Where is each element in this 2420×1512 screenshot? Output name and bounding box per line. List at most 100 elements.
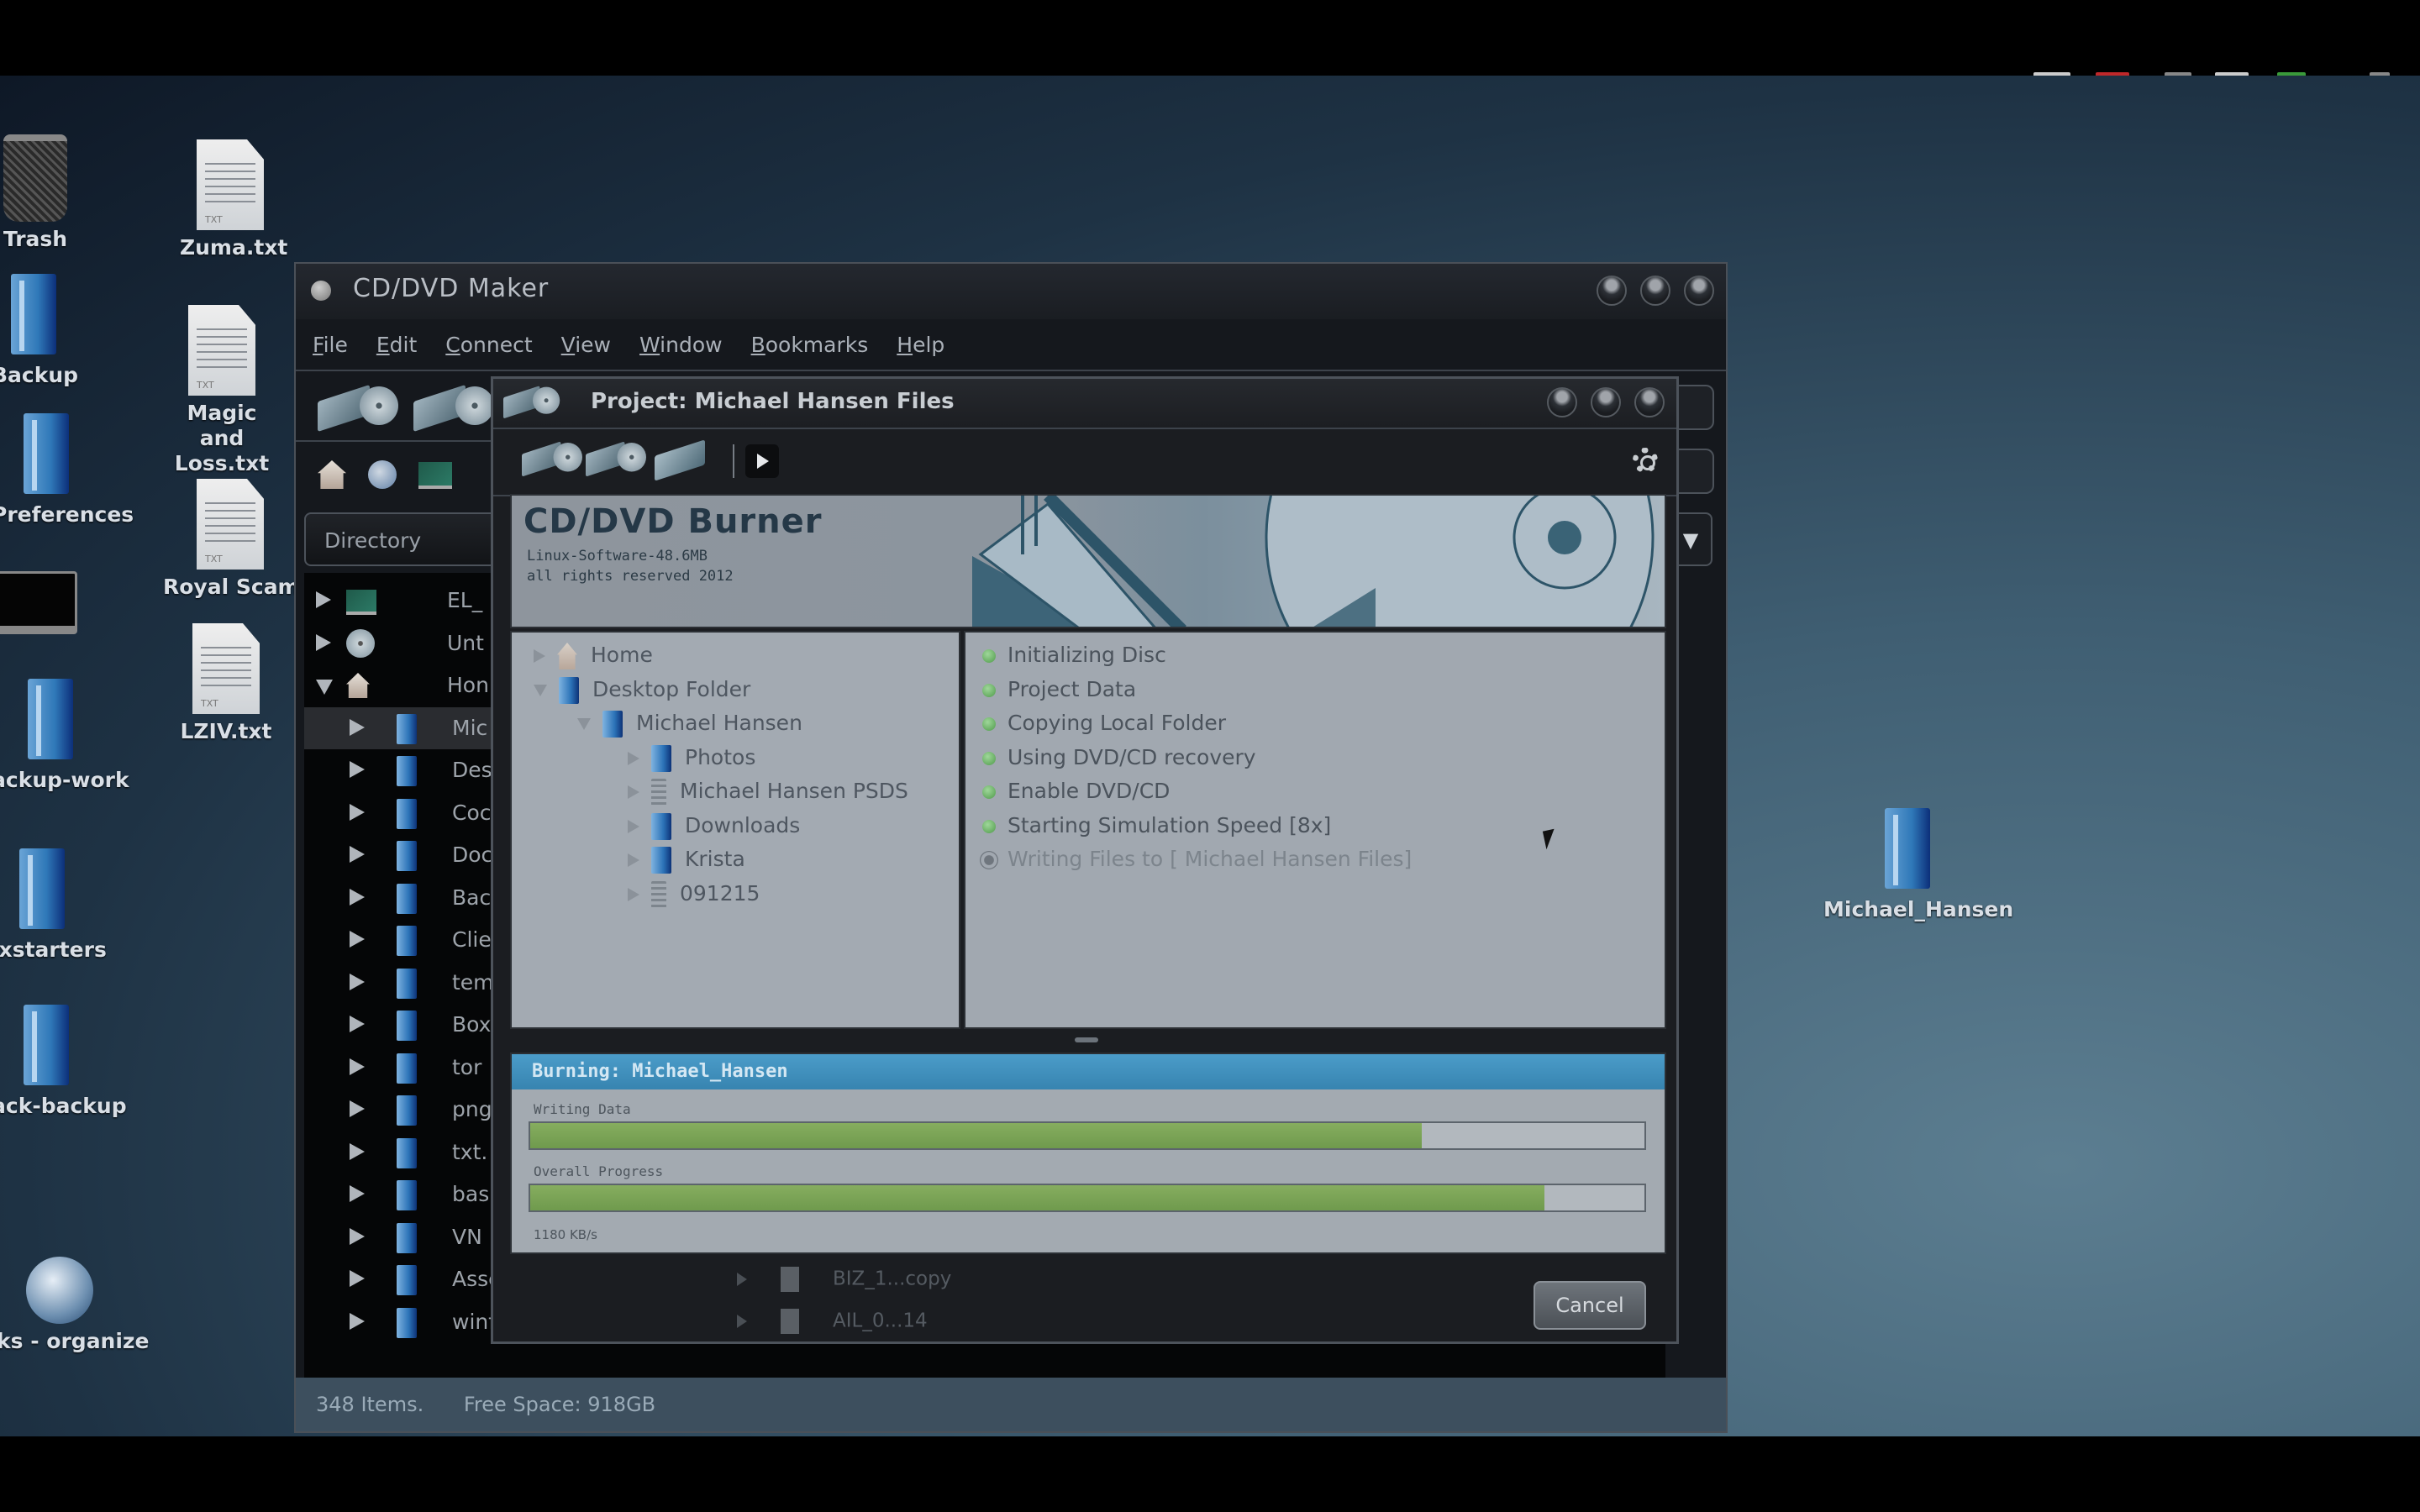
maximize-button[interactable] [1640, 276, 1670, 306]
expand-arrow-icon[interactable] [350, 1227, 365, 1245]
tree-item[interactable]: Michael Hansen PSDS [628, 779, 908, 812]
expand-arrow-icon[interactable] [316, 633, 331, 651]
expand-arrow-icon[interactable] [350, 1100, 365, 1117]
tree-item-label: Home [591, 643, 653, 667]
text-file-icon [192, 623, 260, 714]
expand-arrow-icon[interactable] [628, 819, 639, 833]
minimize-button[interactable] [1597, 276, 1627, 306]
expand-arrow-icon[interactable] [628, 785, 639, 799]
desktop-icon-lziv[interactable]: LZIV.txt [171, 623, 281, 744]
desktop-icon-trash[interactable]: Trash [0, 134, 71, 252]
expand-arrow-icon[interactable] [350, 1270, 365, 1287]
menu-window[interactable]: Window [639, 333, 723, 357]
menu-connect[interactable]: Connect [445, 333, 532, 357]
burn-drive-icon[interactable] [318, 380, 398, 433]
expand-arrow-icon[interactable] [350, 1312, 365, 1330]
overall-progress-fill [530, 1185, 1544, 1210]
disc-icon [346, 628, 375, 658]
tree-item[interactable]: Desktop Folder [534, 676, 750, 711]
expand-arrow-icon[interactable] [350, 718, 365, 736]
monitor-icon[interactable] [418, 462, 452, 489]
desktop-icon-backup[interactable]: Backup [0, 274, 78, 388]
collapse-arrow-icon[interactable] [534, 684, 547, 696]
menu-file[interactable]: File [313, 333, 348, 357]
dialog-title-bar[interactable]: Project: Michael Hansen Files [493, 379, 1676, 429]
expand-arrow-icon[interactable] [534, 649, 545, 663]
tree-item[interactable]: Michael Hansen [577, 711, 802, 744]
directory-row-name: Des [452, 758, 492, 782]
text-file-icon [188, 305, 255, 396]
desktop-icon-michael-hansen[interactable]: Michael_Hansen [1823, 808, 2013, 922]
directory-row-name: Clie [452, 927, 492, 952]
cancel-button[interactable]: Cancel [1534, 1281, 1646, 1330]
banner-subtitle: Linux-Software-48.6MB all rights reserve… [527, 546, 734, 586]
dialog-minimize-button[interactable] [1547, 387, 1577, 417]
expand-arrow-icon[interactable] [628, 853, 639, 867]
desktop-icon-preferences[interactable]: Preferences [0, 413, 134, 528]
expand-arrow-icon[interactable] [350, 846, 365, 863]
expand-arrow-icon[interactable] [737, 1273, 747, 1286]
home-icon[interactable] [318, 460, 346, 489]
play-button[interactable] [745, 444, 779, 478]
tree-item[interactable]: Downloads [628, 812, 800, 847]
desktop-icon-computer[interactable] [0, 571, 79, 639]
text-file-icon [197, 479, 264, 570]
pane-splitter-handle[interactable] [1075, 1037, 1098, 1042]
expand-arrow-icon[interactable] [628, 751, 639, 765]
tree-item[interactable]: 091215 [628, 880, 760, 915]
file-icon [651, 779, 666, 806]
desktop-icon-backup-work[interactable]: ackup-work [0, 679, 129, 793]
expand-arrow-icon[interactable] [316, 591, 331, 608]
expand-arrow-icon[interactable] [350, 1185, 365, 1202]
expand-arrow-icon[interactable] [350, 973, 365, 990]
close-button[interactable] [1684, 276, 1714, 306]
desktop-icon-ack-backup[interactable]: ack-backup [0, 1005, 127, 1119]
tree-item[interactable]: Krista [628, 847, 745, 880]
burn-drive-2-icon[interactable] [413, 380, 494, 433]
drive-icon[interactable] [655, 439, 705, 481]
expand-arrow-icon[interactable] [350, 803, 365, 821]
burn-cd-icon[interactable] [522, 438, 582, 477]
settings-gear-icon[interactable] [1633, 448, 1658, 473]
desktop-icon-links-organize[interactable]: ks - organize [0, 1257, 149, 1354]
expand-arrow-icon[interactable] [737, 1315, 747, 1328]
expand-arrow-icon[interactable] [350, 888, 365, 906]
folder-icon [651, 812, 671, 840]
expand-arrow-icon[interactable] [350, 1142, 365, 1160]
tree-item[interactable]: Home [534, 643, 653, 676]
directory-row-name: Hon [447, 673, 489, 697]
expand-arrow-icon[interactable] [350, 1016, 365, 1032]
desktop-icon-royal-scam[interactable]: Royal Scam.txt [163, 479, 341, 600]
expand-arrow-icon[interactable] [350, 761, 365, 778]
main-title-bar[interactable]: CD/DVD Maker [296, 264, 1726, 319]
burn-step: Initializing Disc [982, 643, 1166, 676]
menu-view[interactable]: View [561, 333, 611, 357]
desktop-icon-zuma[interactable]: Zuma.txt [180, 139, 287, 260]
app-disc-icon [311, 281, 331, 301]
network-icon[interactable] [368, 460, 397, 489]
menu-help[interactable]: Help [897, 333, 944, 357]
directory-row-name: png [452, 1097, 492, 1121]
burn-header-text: Burning: Michael_Hansen [532, 1061, 788, 1082]
dialog-maximize-button[interactable] [1591, 387, 1621, 417]
file-row[interactable]: BIZ_1...copy [737, 1267, 951, 1292]
menu-bookmarks[interactable]: Bookmarks [751, 333, 869, 357]
expand-arrow-icon[interactable] [350, 931, 365, 948]
file-row[interactable]: AIL_0...14 [737, 1309, 928, 1334]
expand-arrow-icon[interactable] [350, 1058, 365, 1075]
tree-item[interactable]: Photos [628, 744, 755, 779]
collapse-arrow-icon[interactable] [577, 718, 591, 730]
collapse-arrow-icon[interactable] [316, 680, 333, 695]
directory-row-name: tor [452, 1054, 482, 1079]
tree-item-label: 091215 [680, 880, 760, 906]
folder-icon [397, 1095, 417, 1126]
burn-step-label: Project Data [1007, 676, 1137, 701]
desktop-icon-magic-and-loss[interactable]: Magic and Loss.txt [163, 281, 281, 501]
dialog-close-button[interactable] [1634, 387, 1665, 417]
burn-dvd-icon[interactable] [586, 438, 646, 477]
home-icon [557, 643, 577, 669]
menu-edit[interactable]: Edit [376, 333, 417, 357]
expand-arrow-icon[interactable] [628, 887, 639, 901]
desktop-icon-ixstarters[interactable]: ixstarters [0, 848, 107, 963]
burner-banner: CD/DVD Burner Linux-Software-48.6MB all … [510, 494, 1666, 628]
